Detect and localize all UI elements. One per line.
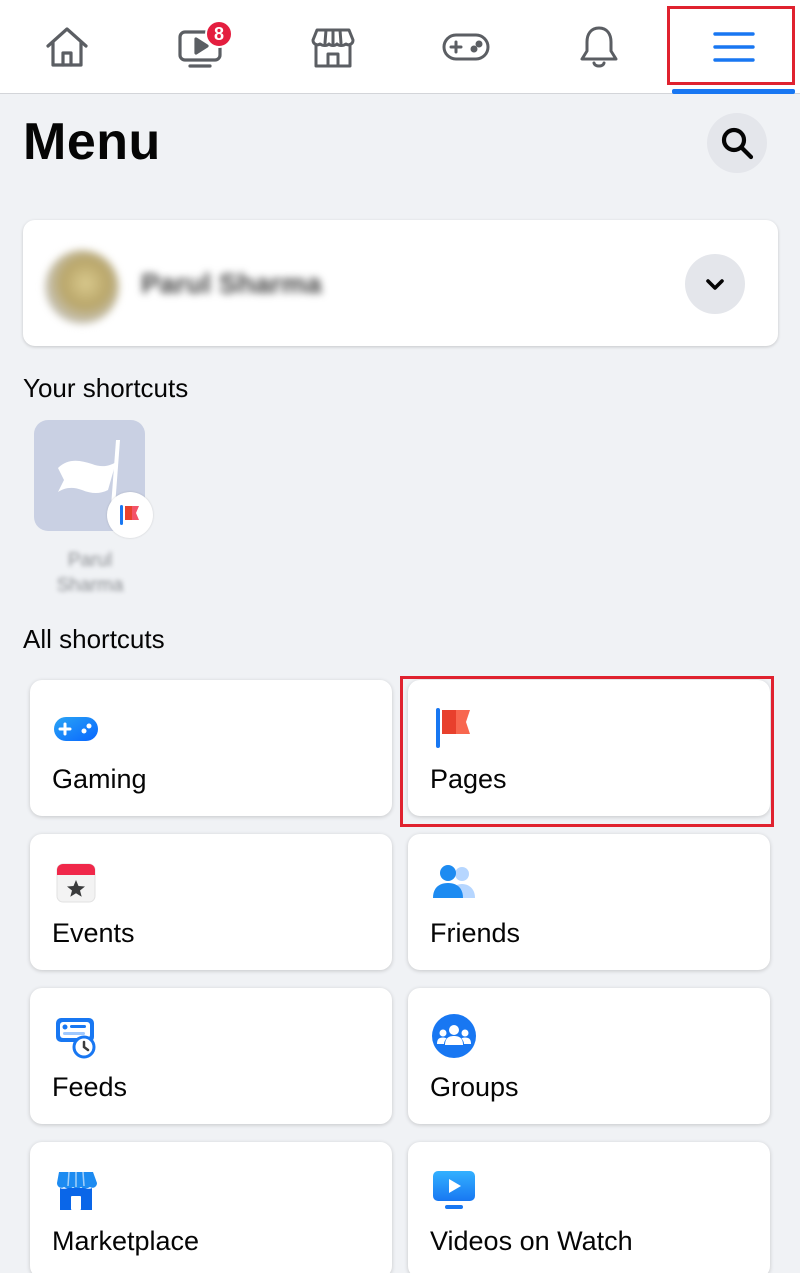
top-nav-bar: 8 [0,0,800,94]
friends-icon [433,865,475,898]
page-title: Menu [23,113,161,171]
shortcut-card-marketplace[interactable]: Marketplace [30,1142,392,1273]
shortcut-card-videos-on-watch[interactable]: Videos on Watch [408,1142,770,1273]
bell-icon [580,26,617,68]
your-shortcuts-heading: Your shortcuts [23,373,189,403]
shop-icon [311,28,354,68]
shortcut-label: Marketplace [52,1226,200,1256]
groups-icon [432,1014,476,1058]
all-shortcuts-heading: All shortcuts [23,624,165,654]
shortcut-card-gaming[interactable]: Gaming [30,680,392,816]
marketplace-icon [57,1171,97,1210]
search-icon [721,127,754,160]
nav-notifications-button[interactable] [532,0,665,94]
nav-gaming-button[interactable] [399,0,532,94]
profile-card[interactable]: Parul Sharma [23,220,778,346]
shortcut-label: Friends [430,918,521,948]
gaming-icon [54,717,98,741]
shortcut-card-feeds[interactable]: Feeds [30,988,392,1124]
nav-marketplace-button[interactable] [266,0,399,94]
shortcut-page-label[interactable]: Parul Sharma [34,548,146,598]
feeds-icon [56,1018,96,1059]
account-switch-button[interactable] [685,254,745,314]
nav-menu-button[interactable] [667,0,800,94]
shortcut-page-badge [107,492,153,538]
shortcut-label: Feeds [52,1072,128,1102]
shortcut-card-pages[interactable]: Pages [408,680,770,816]
pages-flag-icon [436,708,470,748]
pages-flag-icon [120,505,139,525]
shortcut-label: Videos on Watch [430,1226,633,1256]
shortcut-label: Gaming [52,764,147,794]
shortcut-card-groups[interactable]: Groups [408,988,770,1124]
avatar[interactable] [45,250,119,324]
shortcut-card-events[interactable]: Events [30,834,392,970]
shortcut-card-friends[interactable]: Friends [408,834,770,970]
nav-watch-button[interactable]: 8 [133,0,266,94]
shortcut-label: Events [52,918,135,948]
shortcut-label: Groups [430,1072,519,1102]
search-button[interactable] [707,113,767,173]
home-icon [45,27,88,67]
calendar-icon [56,863,96,903]
watch-video-icon [433,1171,475,1209]
shortcut-label: Pages [430,764,507,794]
chevron-down-icon [706,279,724,290]
notification-count-badge: 8 [205,20,233,48]
hamburger-icon [712,32,755,62]
nav-home-button[interactable] [0,0,133,94]
gamepad-icon [442,33,489,61]
active-tab-indicator [672,89,795,94]
profile-name[interactable]: Parul Sharma [141,268,322,300]
